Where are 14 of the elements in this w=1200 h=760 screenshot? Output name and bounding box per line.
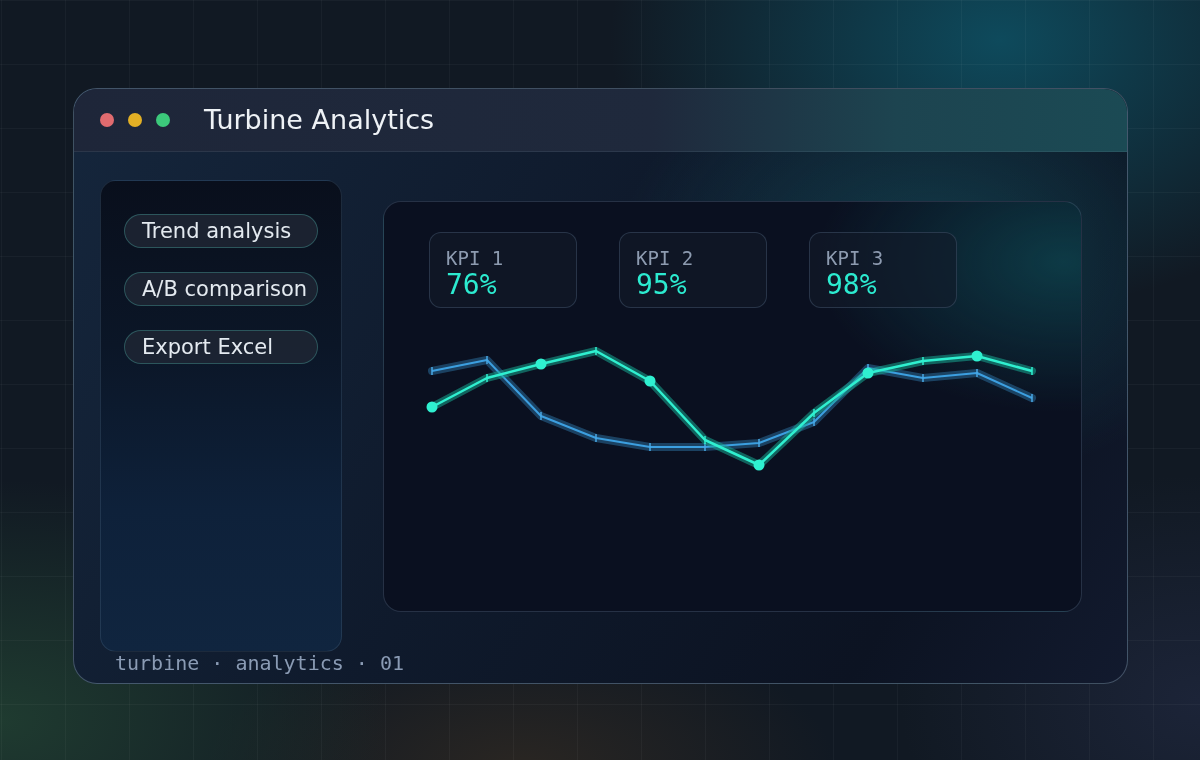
sidebar-item[interactable]: A/B comparison <box>124 272 318 306</box>
footer-caption: turbine · analytics · 01 <box>115 652 404 674</box>
kpi-label: KPI 2 <box>636 247 694 269</box>
kpi-label: KPI 1 <box>446 247 504 269</box>
minimize-dot-icon[interactable] <box>128 113 142 127</box>
kpi-value: 76% <box>446 269 497 301</box>
sidebar-item[interactable]: Export Excel <box>124 330 318 364</box>
kpi-value: 98% <box>826 269 877 301</box>
sidebar-item[interactable]: Trend analysis <box>124 214 318 248</box>
window-title: Turbine Analytics <box>204 104 435 136</box>
kpi-label: KPI 3 <box>826 247 884 269</box>
close-dot-icon[interactable] <box>100 113 114 127</box>
kpi-value: 95% <box>636 269 687 301</box>
maximize-dot-icon[interactable] <box>156 113 170 127</box>
